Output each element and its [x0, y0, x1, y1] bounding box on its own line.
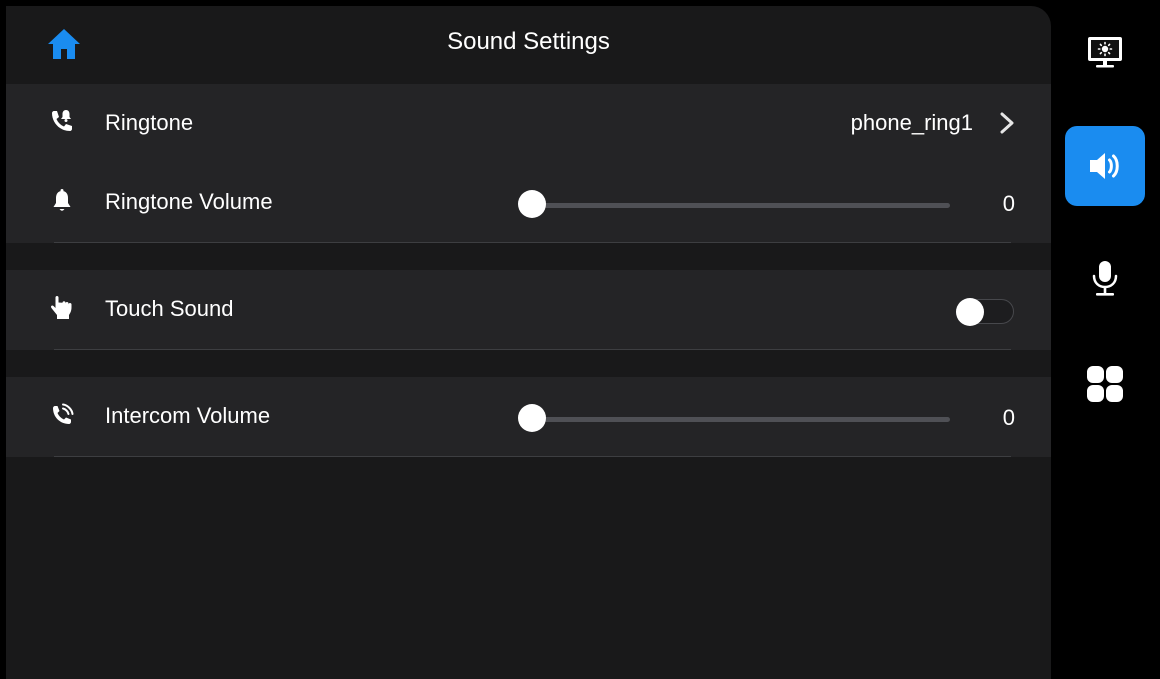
- intercom-volume-label: Intercom Volume: [105, 403, 271, 428]
- slider-thumb[interactable]: [518, 404, 546, 432]
- settings-panel: Sound Settings Ringtone phone_ring1 Ring…: [6, 6, 1051, 679]
- touch-sound-toggle[interactable]: [956, 298, 1016, 326]
- page-title: Sound Settings: [447, 28, 610, 55]
- intercom-volume-row: Intercom Volume 0: [6, 377, 1051, 457]
- divider: [54, 242, 1011, 243]
- monitor-brightness-icon: [1088, 37, 1122, 68]
- slider-track: [532, 203, 950, 208]
- touch-sound-row: Touch Sound: [6, 270, 1051, 350]
- ringtone-volume-value: 0: [1002, 191, 1015, 216]
- microphone-icon: [1092, 261, 1118, 296]
- ringtone-value: phone_ring1: [850, 110, 973, 135]
- bell-icon: [53, 189, 71, 211]
- chevron-right-icon[interactable]: [999, 112, 1015, 134]
- intercom-volume-slider[interactable]: [518, 404, 950, 432]
- ringtone-label: Ringtone: [105, 110, 194, 135]
- header: Sound Settings: [6, 6, 1051, 84]
- ringtone-volume-label: Ringtone Volume: [105, 189, 273, 214]
- ringtone-row[interactable]: Ringtone phone_ring1: [6, 84, 1051, 164]
- phone-bell-icon: [52, 110, 72, 131]
- hand-pointer-icon: [51, 296, 72, 319]
- phone-call-icon: [53, 403, 74, 424]
- divider: [54, 349, 1011, 350]
- divider: [54, 456, 1011, 457]
- ringtone-volume-slider[interactable]: [518, 190, 950, 218]
- speaker-volume-icon: [1090, 153, 1119, 179]
- ringtone-volume-row: Ringtone Volume 0: [6, 163, 1051, 243]
- sidebar: [1051, 0, 1160, 679]
- sidebar-item-display[interactable]: [1065, 12, 1145, 92]
- slider-thumb[interactable]: [518, 190, 546, 218]
- sidebar-item-sound[interactable]: [1065, 126, 1145, 206]
- sidebar-item-more[interactable]: [1065, 344, 1145, 424]
- sidebar-item-microphone[interactable]: [1065, 238, 1145, 318]
- toggle-thumb: [956, 298, 984, 326]
- grid-icon: [1087, 366, 1123, 402]
- touch-sound-label: Touch Sound: [105, 296, 234, 321]
- intercom-volume-value: 0: [1002, 405, 1015, 430]
- slider-track: [532, 417, 950, 422]
